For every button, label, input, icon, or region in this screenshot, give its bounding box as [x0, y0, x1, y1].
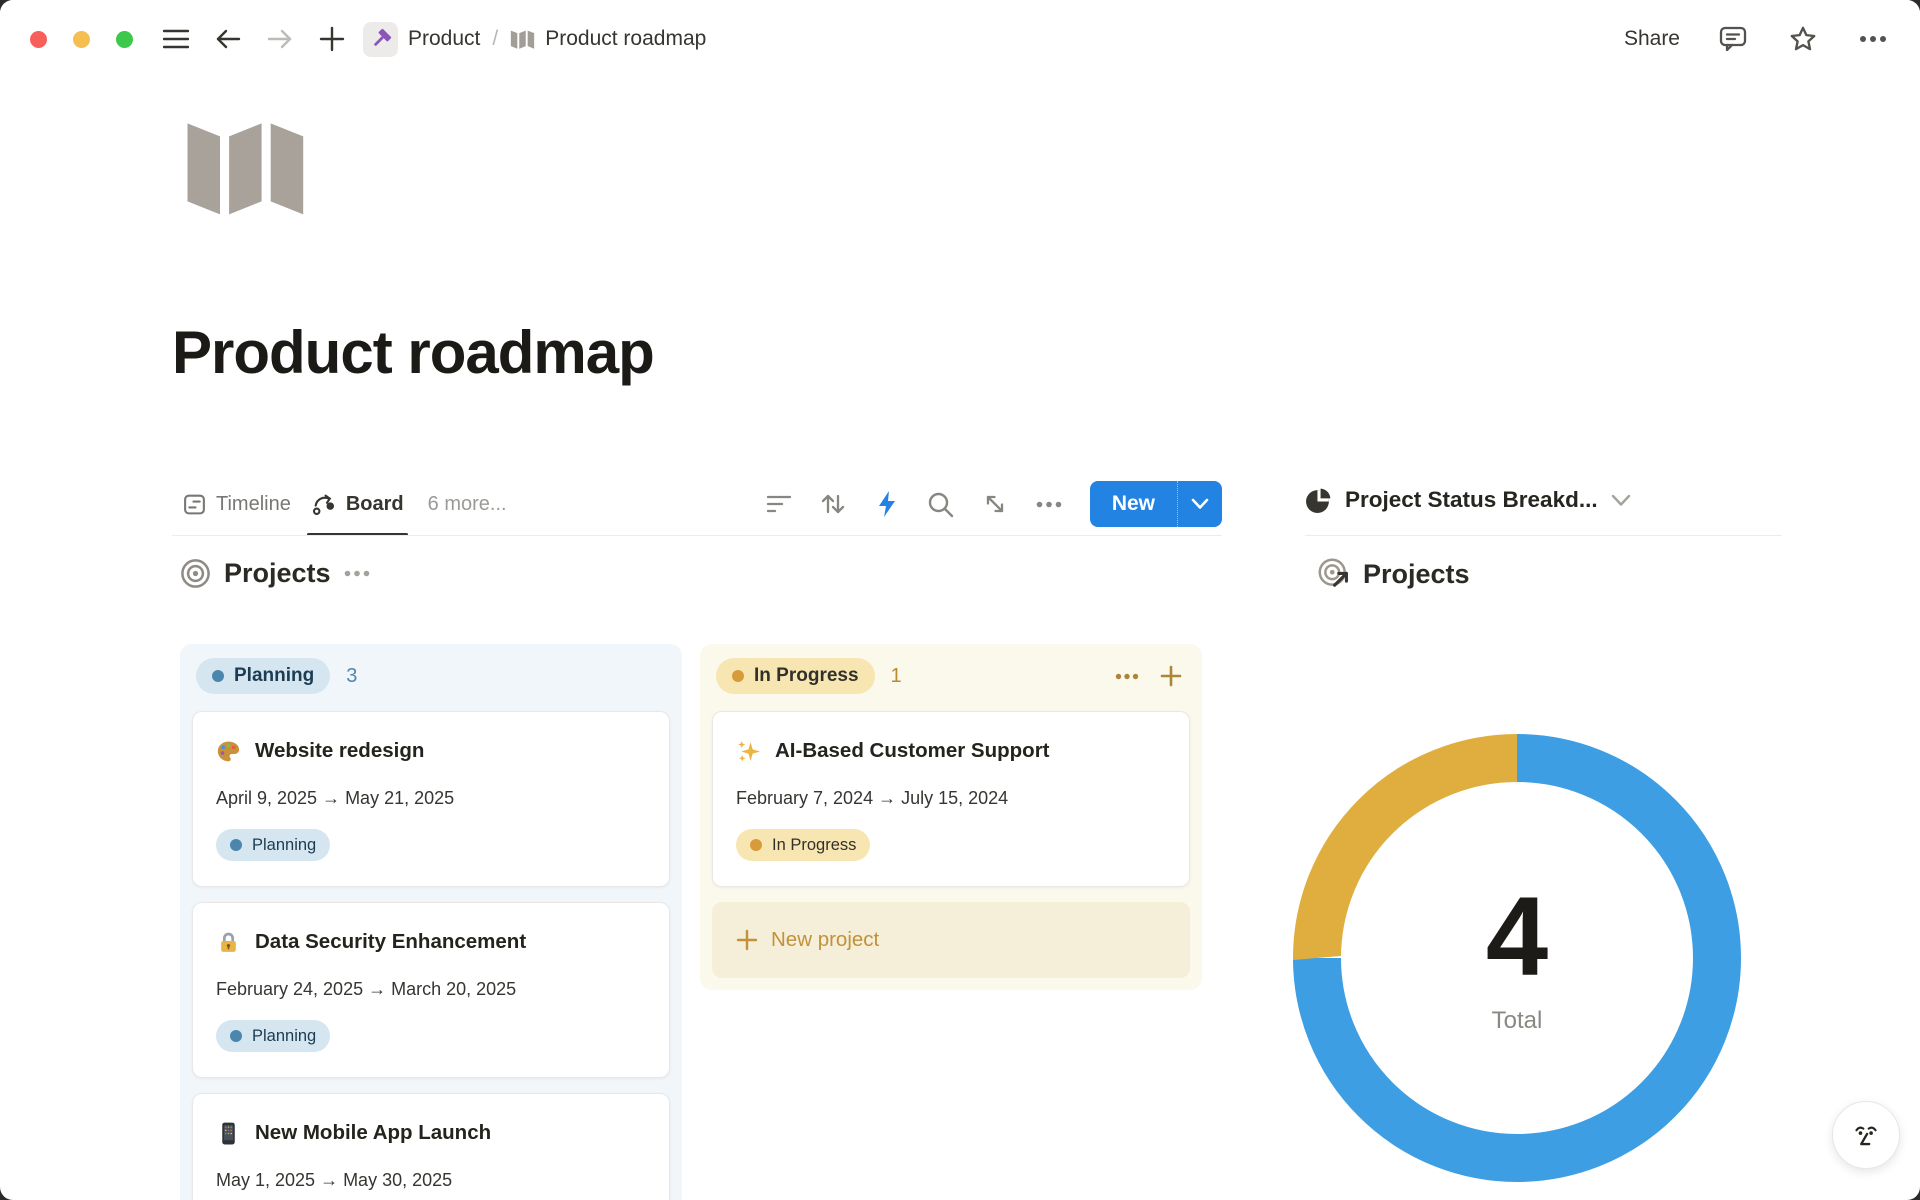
new-button-chevron-icon[interactable] — [1177, 481, 1222, 527]
app-window: Product / Product roadmap Share Product … — [0, 0, 1920, 1200]
status-dot — [732, 670, 744, 682]
forward-icon[interactable] — [263, 22, 297, 56]
board-section-title: Projects — [224, 558, 331, 589]
map-icon — [510, 28, 535, 50]
breadcrumb: Product / Product roadmap — [363, 22, 706, 57]
card-status-pill: Planning — [216, 1020, 330, 1052]
tab-board[interactable]: Board — [301, 472, 414, 536]
tabs-more-button[interactable]: 6 more... — [414, 493, 521, 516]
project-card-mobile-app[interactable]: New Mobile App Launch May 1, 2025 → May … — [192, 1093, 670, 1200]
status-dot — [230, 839, 242, 851]
panel-divider — [1305, 535, 1782, 536]
column-more-icon[interactable] — [1112, 661, 1142, 691]
expand-icon[interactable] — [976, 485, 1014, 523]
minimize-window-button[interactable] — [73, 31, 90, 48]
sort-icon[interactable] — [814, 485, 852, 523]
column-in-progress-header: In Progress 1 — [712, 656, 1190, 696]
project-card-website-redesign[interactable]: Website redesign April 9, 2025 → May 21,… — [192, 711, 670, 887]
new-tab-plus-icon[interactable] — [315, 22, 349, 56]
card-status-pill: Planning — [216, 829, 330, 861]
view-more-icon[interactable] — [1030, 485, 1068, 523]
column-in-progress: In Progress 1 AI-Based Customer Support — [700, 644, 1202, 990]
lock-icon — [216, 930, 241, 955]
mobile-phone-icon — [216, 1121, 241, 1146]
plus-icon — [736, 929, 758, 951]
sidebar-menu-icon[interactable] — [159, 22, 193, 56]
search-icon[interactable] — [922, 485, 960, 523]
linked-target-icon — [1318, 558, 1350, 590]
view-toolbar: New — [760, 481, 1222, 527]
panel-chevron-down-icon[interactable] — [1611, 494, 1631, 507]
ai-face-icon — [1849, 1118, 1883, 1152]
tab-label: Board — [346, 493, 404, 516]
column-planning-header: Planning 3 — [192, 656, 670, 696]
notion-ai-face-button[interactable] — [1832, 1101, 1900, 1169]
project-card-ai-support[interactable]: AI-Based Customer Support February 7, 20… — [712, 711, 1190, 887]
chart-panel-header: Project Status Breakd... — [1305, 468, 1782, 532]
palette-icon — [216, 739, 241, 764]
product-page-icon[interactable] — [363, 22, 398, 57]
target-icon — [180, 558, 211, 589]
card-dates: April 9, 2025 → May 21, 2025 — [216, 788, 646, 809]
window-titlebar: Product / Product roadmap Share — [0, 0, 1920, 78]
pie-chart-icon — [1305, 487, 1332, 514]
column-planning: Planning 3 Website redesign April 9, 202… — [180, 644, 682, 1200]
back-icon[interactable] — [211, 22, 245, 56]
zoom-window-button[interactable] — [116, 31, 133, 48]
card-dates: February 24, 2025 → March 20, 2025 — [216, 979, 646, 1000]
status-pill-planning[interactable]: Planning — [196, 658, 330, 694]
status-label: In Progress — [754, 665, 859, 687]
view-tabs-row: Timeline Board 6 more... — [172, 472, 1222, 536]
automation-lightning-icon[interactable] — [868, 485, 906, 523]
card-title: AI-Based Customer Support — [775, 737, 1050, 765]
traffic-lights — [30, 31, 133, 48]
chart-section-title: Projects — [1363, 559, 1470, 590]
sparkles-icon — [736, 739, 761, 764]
page-title: Product roadmap — [172, 318, 654, 387]
section-more-icon[interactable] — [344, 570, 370, 577]
kanban-board: Planning 3 Website redesign April 9, 202… — [180, 644, 1202, 1200]
close-window-button[interactable] — [30, 31, 47, 48]
chart-section-header: Projects — [1318, 558, 1470, 590]
breadcrumb-separator: / — [492, 27, 498, 51]
chart-panel-title[interactable]: Project Status Breakd... — [1345, 487, 1598, 513]
favorite-star-icon[interactable] — [1786, 22, 1820, 56]
comments-icon[interactable] — [1716, 22, 1750, 56]
status-dot — [212, 670, 224, 682]
card-title: Website redesign — [255, 737, 424, 765]
filter-icon[interactable] — [760, 485, 798, 523]
column-count: 1 — [891, 665, 902, 688]
share-button[interactable]: Share — [1624, 27, 1680, 51]
status-label: In Progress — [772, 836, 856, 855]
project-card-data-security[interactable]: Data Security Enhancement February 24, 2… — [192, 902, 670, 1078]
new-button-label[interactable]: New — [1090, 481, 1177, 527]
board-divider — [172, 535, 1222, 536]
board-section-header: Projects — [180, 558, 370, 589]
card-status-pill: In Progress — [736, 829, 870, 861]
column-add-icon[interactable] — [1156, 661, 1186, 691]
card-dates: May 1, 2025 → May 30, 2025 — [216, 1170, 646, 1191]
status-label: Planning — [252, 1027, 316, 1046]
card-title: New Mobile App Launch — [255, 1119, 491, 1147]
tab-label: Timeline — [216, 493, 291, 516]
breadcrumb-parent[interactable]: Product — [408, 27, 480, 51]
status-label: Planning — [234, 665, 314, 687]
more-options-icon[interactable] — [1856, 22, 1890, 56]
new-project-label: New project — [771, 928, 879, 952]
tab-timeline[interactable]: Timeline — [172, 472, 301, 536]
new-project-button[interactable]: New project — [712, 902, 1190, 978]
breadcrumb-current[interactable]: Product roadmap — [545, 27, 706, 51]
column-count: 3 — [346, 665, 357, 688]
status-pill-in-progress[interactable]: In Progress — [716, 658, 875, 694]
status-breakdown-donut-chart[interactable]: 4 Total — [1292, 733, 1742, 1183]
new-button[interactable]: New — [1090, 481, 1222, 527]
status-label: Planning — [252, 836, 316, 855]
card-dates: February 7, 2024 → July 15, 2024 — [736, 788, 1166, 809]
status-dot — [230, 1030, 242, 1042]
page-icon-map[interactable] — [185, 112, 307, 221]
status-dot — [750, 839, 762, 851]
card-title: Data Security Enhancement — [255, 928, 526, 956]
